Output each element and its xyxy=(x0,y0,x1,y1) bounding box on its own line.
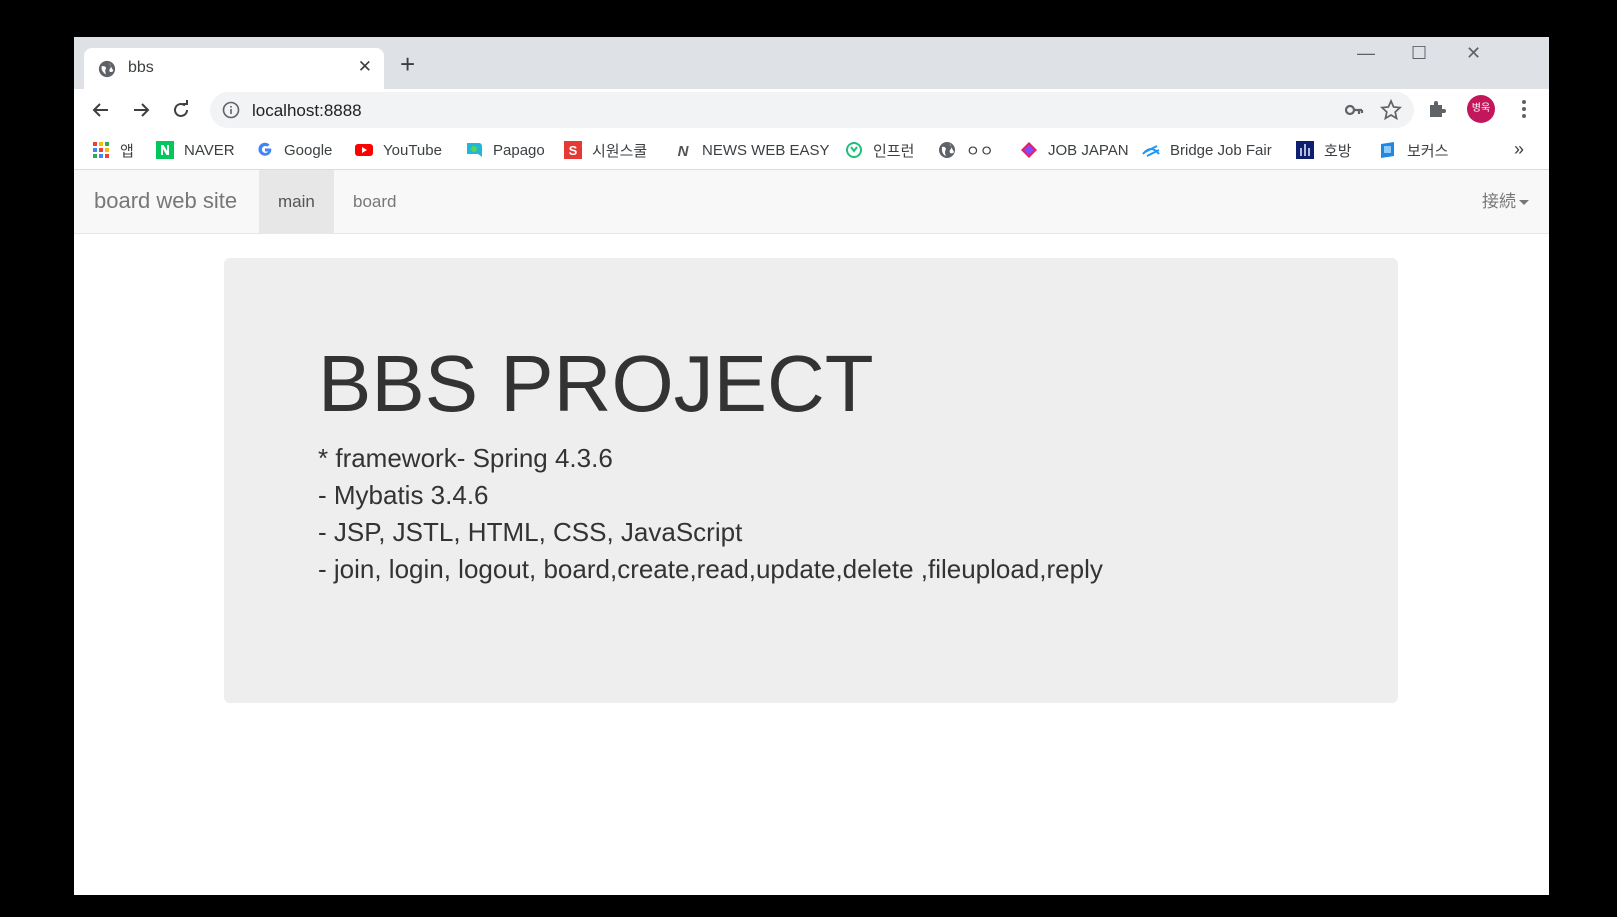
papago-icon xyxy=(467,143,482,157)
hobang-icon xyxy=(1296,141,1314,159)
bookmark-label: 인프런 xyxy=(873,142,915,160)
feature-line: - join, login, logout, board,create,read… xyxy=(318,554,1103,584)
minimize-icon[interactable]: — xyxy=(1357,43,1375,64)
svg-text:S: S xyxy=(569,143,578,158)
bookmark-job-japan[interactable]: JOB JAPAN xyxy=(1020,131,1129,169)
bookmark-label: 호방 xyxy=(1324,142,1352,160)
bookmark-siwonschool[interactable]: S 시원스쿨 xyxy=(564,131,647,169)
bookmarks-bar: 앱 NAVER Google YouTube Papago S 시원스쿨 N N… xyxy=(74,131,1549,170)
bookmark-label: ㅇㅇ xyxy=(966,142,994,160)
bookmark-papago[interactable]: Papago xyxy=(465,131,545,169)
site-navbar: board web site main board 接続 xyxy=(74,170,1549,234)
nav-board[interactable]: board xyxy=(334,170,415,233)
bookmark-label: 보커스 xyxy=(1407,142,1449,160)
jumbotron: BBS PROJECT * framework- Spring 4.3.6 - … xyxy=(224,258,1398,703)
bookmark-label: Google xyxy=(284,141,333,159)
bookmarks-overflow-icon[interactable]: » xyxy=(1514,139,1524,160)
google-icon xyxy=(258,142,272,156)
bookmark-label: 시원스쿨 xyxy=(592,142,648,160)
bridge-icon xyxy=(1142,145,1160,157)
new-tab-button[interactable]: + xyxy=(400,51,415,77)
caret-down-icon xyxy=(1519,200,1529,206)
bookmark-label: NAVER xyxy=(184,141,235,159)
bookmark-inflearn[interactable]: 인프런 xyxy=(845,131,914,169)
bookmark-news-web-easy[interactable]: N NEWS WEB EASY xyxy=(674,131,830,169)
bookmark-label: Bridge Job Fair xyxy=(1170,141,1272,159)
connect-dropdown[interactable]: 接続 xyxy=(1482,170,1529,233)
feature-list: * framework- Spring 4.3.6 - Mybatis 3.4.… xyxy=(318,440,1103,588)
bookmark-bridge-job-fair[interactable]: Bridge Job Fair xyxy=(1142,131,1272,169)
connect-label: 接続 xyxy=(1482,192,1516,211)
bookmark-label: Papago xyxy=(493,141,545,159)
tab-title: bbs xyxy=(128,59,154,76)
site-brand[interactable]: board web site xyxy=(94,188,237,214)
tab-strip: bbs ✕ + — ☐ ✕ xyxy=(74,37,1549,89)
star-icon[interactable] xyxy=(1380,99,1402,121)
siwonschool-icon: S xyxy=(564,141,582,159)
more-menu-icon[interactable] xyxy=(1516,95,1532,123)
bookmark-google[interactable]: Google xyxy=(256,131,332,169)
browser-window: bbs ✕ + — ☐ ✕ localhost:8888 병욱 앱 NAVER … xyxy=(74,37,1549,895)
forward-arrow-icon[interactable] xyxy=(127,96,155,124)
bookmark-bokuseu[interactable]: 보커스 xyxy=(1379,131,1448,169)
project-title: BBS PROJECT xyxy=(318,339,874,428)
nhk-icon: N xyxy=(678,143,690,159)
youtube-icon xyxy=(355,144,373,156)
bookmark-hobang[interactable]: 호방 xyxy=(1296,131,1352,169)
web-page: board web site main board 接続 BBS PROJECT… xyxy=(74,170,1549,895)
browser-toolbar: localhost:8888 병욱 xyxy=(74,89,1549,131)
bookmark-oo[interactable]: ㅇㅇ xyxy=(938,131,994,169)
close-icon[interactable]: ✕ xyxy=(358,57,372,77)
url-text[interactable]: localhost:8888 xyxy=(252,101,362,121)
tab-bbs[interactable]: bbs ✕ xyxy=(84,48,384,89)
globe-icon xyxy=(98,60,116,78)
extensions-puzzle-icon[interactable] xyxy=(1426,98,1448,120)
reload-icon[interactable] xyxy=(167,96,195,124)
svg-text:N: N xyxy=(678,143,690,159)
feature-line: - JSP, JSTL, HTML, CSS, JavaScript xyxy=(318,517,743,547)
naver-icon xyxy=(156,141,174,159)
info-icon[interactable] xyxy=(222,101,240,119)
bookmark-label: NEWS WEB EASY xyxy=(702,141,830,159)
feature-line: - Mybatis 3.4.6 xyxy=(318,480,489,510)
bookmark-label: JOB JAPAN xyxy=(1048,141,1129,159)
bookmark-youtube[interactable]: YouTube xyxy=(355,131,442,169)
bookmark-label: 앱 xyxy=(120,142,134,160)
address-bar[interactable]: localhost:8888 xyxy=(210,92,1414,128)
jobjapan-icon xyxy=(1021,142,1037,158)
bookmark-icon xyxy=(1381,142,1394,158)
apps-grid-icon xyxy=(93,142,109,158)
feature-line: * framework- Spring 4.3.6 xyxy=(318,443,613,473)
inflearn-icon xyxy=(846,142,862,158)
nav-main[interactable]: main xyxy=(259,170,334,233)
bookmark-apps[interactable]: 앱 xyxy=(92,131,134,169)
maximize-icon[interactable]: ☐ xyxy=(1411,43,1427,64)
globe-icon xyxy=(939,142,955,158)
profile-avatar[interactable]: 병욱 xyxy=(1467,95,1495,123)
back-arrow-icon[interactable] xyxy=(87,96,115,124)
bookmark-label: YouTube xyxy=(383,141,442,159)
window-close-icon[interactable]: ✕ xyxy=(1466,43,1481,64)
key-icon[interactable] xyxy=(1344,101,1364,119)
bookmark-naver[interactable]: NAVER xyxy=(156,131,235,169)
